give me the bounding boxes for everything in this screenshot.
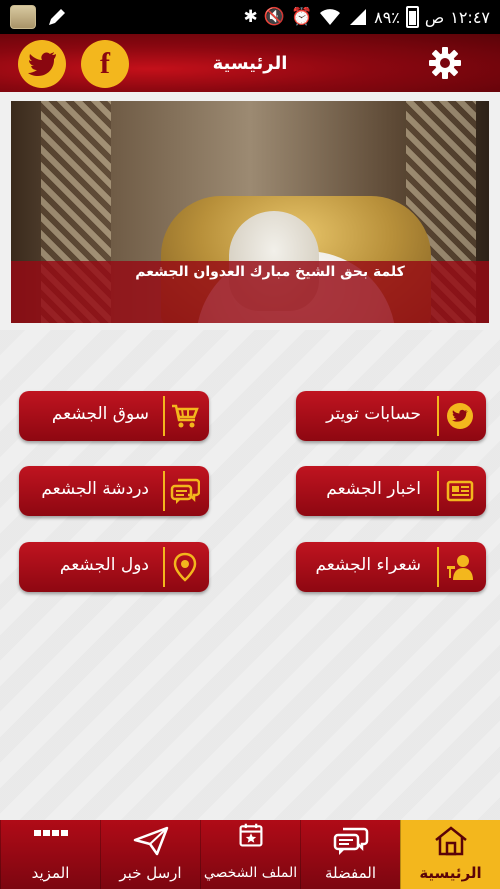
nav-label: المفضلة <box>324 864 376 882</box>
poet-icon <box>447 555 473 580</box>
menu-separator <box>437 471 439 511</box>
twitter-button[interactable] <box>18 40 66 88</box>
menu-label: شعراء الجشعم <box>315 555 421 575</box>
facebook-button[interactable]: f <box>81 40 129 88</box>
menu-chat[interactable]: دردشة الجشعم <box>19 466 209 516</box>
status-time: ١٢:٤٧ <box>450 7 490 27</box>
facebook-icon: f <box>100 47 110 80</box>
menu-separator <box>163 547 165 587</box>
alarm-icon: ⏰ <box>290 7 313 27</box>
menu-news[interactable]: اخبار الجشعم <box>296 466 486 516</box>
menu-poets[interactable]: شعراء الجشعم <box>296 542 486 592</box>
battery-icon <box>405 6 419 28</box>
app-notification-icon <box>10 5 36 29</box>
gear-icon[interactable] <box>428 46 462 80</box>
nav-label: الملف الشخصي <box>203 865 298 881</box>
nav-more[interactable]: المزيد <box>0 820 100 889</box>
menu-separator <box>437 547 439 587</box>
banner-caption: كلمة بحق الشيخ مبارك العدوان الجشعم <box>135 264 405 280</box>
signal-icon <box>350 9 367 25</box>
nav-label: ارسل خبر <box>119 864 182 882</box>
nav-profile[interactable]: الملف الشخصي <box>200 820 300 889</box>
nav-favorites[interactable]: المفضلة <box>300 820 400 889</box>
home-icon <box>435 826 467 856</box>
app-header: f الرئيسية <box>0 34 500 92</box>
paper-plane-icon <box>133 826 169 856</box>
mute-icon: 🔇 <box>263 7 285 27</box>
nav-label: المزيد <box>31 864 70 882</box>
twitter-icon <box>28 52 56 76</box>
chat-bubbles-icon <box>333 827 369 855</box>
wifi-icon <box>320 9 341 25</box>
menu-twitter-accounts[interactable]: حسابات تويتر <box>296 391 486 441</box>
status-bar: ✱ 🔇 ⏰ ٨٩٪ ص ١٢:٤٧ <box>0 0 500 34</box>
news-banner[interactable]: كلمة بحق الشيخ مبارك العدوان الجشعم <box>11 101 489 323</box>
menu-market[interactable]: سوق الجشعم <box>19 391 209 441</box>
cart-icon <box>172 404 199 428</box>
chat-icon <box>170 478 200 504</box>
status-ampm: ص <box>424 7 445 27</box>
location-pin-icon <box>173 552 197 582</box>
nav-label: الرئيسية <box>419 864 482 882</box>
bluetooth-icon: ✱ <box>243 7 258 27</box>
nav-send-news[interactable]: ارسل خبر <box>100 820 200 889</box>
menu-separator <box>163 396 165 436</box>
menu-label: سوق الجشعم <box>51 404 149 424</box>
menu-separator <box>437 396 439 436</box>
nav-home[interactable]: الرئيسية <box>400 820 500 889</box>
menu-countries[interactable]: دول الجشعم <box>19 542 209 592</box>
bottom-navigation: الرئيسية المفضلة الملف الشخصي ارسل خبر ا… <box>0 820 500 889</box>
battery-percent: ٨٩٪ <box>374 7 400 27</box>
newspaper-icon <box>446 480 474 502</box>
page-title: الرئيسية <box>212 52 288 74</box>
pencil-icon <box>49 9 65 25</box>
menu-label: دول الجشعم <box>59 555 149 575</box>
menu-label: حسابات تويتر <box>326 404 421 424</box>
grid-dots-icon <box>34 830 68 836</box>
twitter-icon <box>447 403 473 429</box>
menu-label: دردشة الجشعم <box>41 479 149 499</box>
calendar-star-icon <box>239 823 263 847</box>
menu-label: اخبار الجشعم <box>326 479 421 499</box>
menu-separator <box>163 471 165 511</box>
